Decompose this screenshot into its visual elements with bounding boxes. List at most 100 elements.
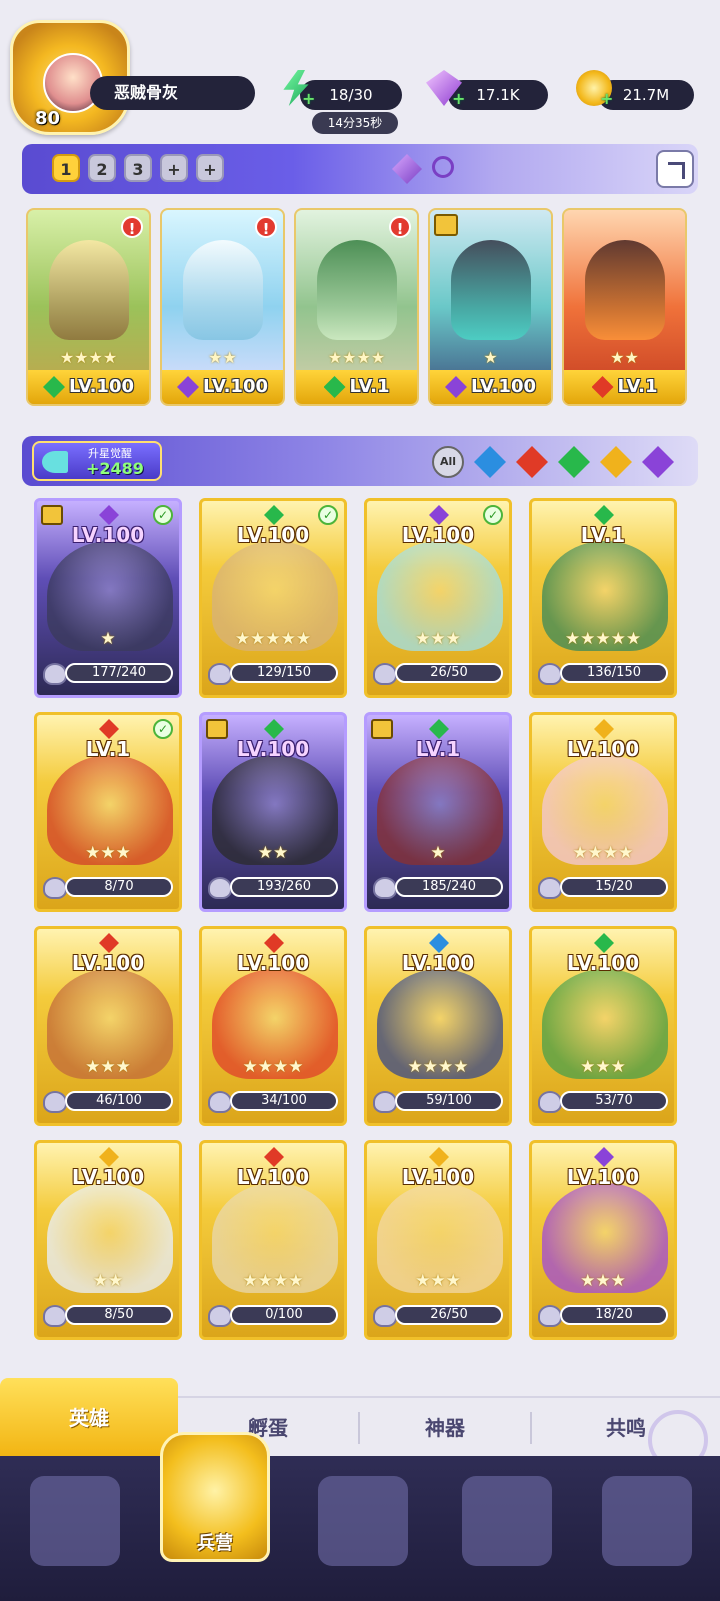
hero-portrait bbox=[182, 240, 263, 340]
element-icon bbox=[594, 1147, 614, 1167]
hero-level: LV.1 bbox=[580, 523, 626, 547]
shard-progress: 26/50 bbox=[395, 663, 503, 683]
element-icon bbox=[594, 933, 614, 953]
alert-badge: ! bbox=[121, 216, 143, 238]
star-rating: ★★★ bbox=[415, 1271, 461, 1291]
nav-active-label: 兵营 bbox=[197, 1533, 233, 1554]
filter-light-icon[interactable] bbox=[600, 446, 632, 478]
add-gold-icon[interactable]: + bbox=[600, 91, 614, 107]
filter-nature-icon[interactable] bbox=[558, 446, 590, 478]
lineup-slot-4[interactable]: ★ LV.100 bbox=[428, 208, 553, 406]
class-badge-icon bbox=[41, 505, 63, 525]
hero-card[interactable]: LV.100 ★★★ 26/50 bbox=[364, 1140, 512, 1340]
shard-icon bbox=[208, 663, 232, 685]
hero-level: LV.100 bbox=[236, 1165, 310, 1189]
element-icon bbox=[264, 719, 284, 739]
share-icon[interactable] bbox=[656, 150, 694, 188]
lineup-slot-2[interactable]: ! ★★ LV.100 bbox=[160, 208, 285, 406]
star-rating: ★★★★ bbox=[242, 1057, 304, 1077]
hero-card[interactable]: LV.100 ★★★ 53/70 bbox=[529, 926, 677, 1126]
hero-card[interactable]: LV.100 ★★★ 18/20 bbox=[529, 1140, 677, 1340]
shard-icon bbox=[538, 663, 562, 685]
lineup-slot-3[interactable]: ! ★★★★ LV.1 bbox=[294, 208, 419, 406]
star-rating: ★★ bbox=[257, 843, 289, 863]
element-icon bbox=[429, 1147, 449, 1167]
shard-icon bbox=[373, 1091, 397, 1113]
hero-card[interactable]: LV.100 ★★★★ 15/20 bbox=[529, 712, 677, 912]
level-bar: LV.1 bbox=[296, 370, 417, 404]
element-icon bbox=[264, 1147, 284, 1167]
hero-card[interactable]: ✓ LV.100 ★★★★★ 129/150 bbox=[199, 498, 347, 698]
filter-water-icon[interactable] bbox=[474, 446, 506, 478]
shard-icon bbox=[373, 1305, 397, 1327]
hero-level: LV.100 bbox=[566, 951, 640, 975]
element-icon bbox=[594, 505, 614, 525]
team-tab-1[interactable]: 1 bbox=[52, 154, 80, 182]
awaken-value: +2489 bbox=[86, 459, 144, 478]
level-bar: LV.100 bbox=[162, 370, 283, 404]
shard-icon bbox=[538, 877, 562, 899]
hero-card[interactable]: LV.100 ★★★★ 0/100 bbox=[199, 1140, 347, 1340]
add-energy-icon[interactable]: + bbox=[302, 91, 316, 107]
book-icon[interactable] bbox=[318, 1476, 408, 1566]
awaken-button[interactable]: 升星觉醒 +2489 bbox=[32, 441, 162, 481]
filter-all-button[interactable]: All bbox=[432, 446, 464, 478]
hero-level: LV.100 bbox=[202, 376, 268, 397]
shard-progress: 46/100 bbox=[65, 1091, 173, 1111]
hero-card[interactable]: LV.1 ★ 185/240 bbox=[364, 712, 512, 912]
element-icon bbox=[429, 933, 449, 953]
element-icon bbox=[99, 933, 119, 953]
barracks-icon[interactable]: 兵营 bbox=[160, 1432, 270, 1562]
add-team-button[interactable]: + bbox=[196, 154, 224, 182]
star-rating: ★★★★★ bbox=[564, 629, 642, 649]
element-icon bbox=[444, 376, 467, 398]
hero-card[interactable]: ✓ LV.100 ★ 177/240 bbox=[34, 498, 182, 698]
tab-heroes[interactable]: 英雄 bbox=[0, 1378, 178, 1458]
team-tab-3[interactable]: 3 bbox=[124, 154, 152, 182]
hero-card[interactable]: LV.100 ★★★★ 34/100 bbox=[199, 926, 347, 1126]
hero-level: LV.100 bbox=[401, 523, 475, 547]
level-bar: LV.1 bbox=[564, 370, 685, 404]
shard-icon bbox=[208, 1091, 232, 1113]
hero-card[interactable]: LV.100 ★★★ 46/100 bbox=[34, 926, 182, 1126]
sub-tab-bar: 英雄 孵蛋 神器 共鸣 bbox=[0, 1378, 720, 1458]
shard-icon bbox=[538, 1091, 562, 1113]
hero-card[interactable]: LV.1 ★★★★★ 136/150 bbox=[529, 498, 677, 698]
hero-card[interactable]: LV.100 ★★★★ 59/100 bbox=[364, 926, 512, 1126]
star-rating: ★★★★ bbox=[242, 1271, 304, 1291]
bottom-nav: 兵营 bbox=[0, 1432, 720, 1601]
add-gem-icon[interactable]: + bbox=[452, 91, 466, 107]
guild-icon[interactable] bbox=[602, 1476, 692, 1566]
shard-progress: 53/70 bbox=[560, 1091, 668, 1111]
add-team-button[interactable]: + bbox=[160, 154, 188, 182]
team-selector-bar: 1 2 3 + + bbox=[22, 144, 698, 194]
hero-level: LV.100 bbox=[236, 523, 310, 547]
star-rating: ★ bbox=[430, 843, 446, 863]
player-name: 恶贼骨灰 bbox=[90, 76, 255, 110]
team-tab-2[interactable]: 2 bbox=[88, 154, 116, 182]
hero-level: LV.1 bbox=[85, 737, 131, 761]
class-badge-icon bbox=[371, 719, 393, 739]
shard-icon bbox=[373, 877, 397, 899]
hero-card[interactable]: LV.100 ★★ 8/50 bbox=[34, 1140, 182, 1340]
hero-card[interactable]: LV.100 ★★ 193/260 bbox=[199, 712, 347, 912]
lineup-slot-1[interactable]: ! ★★★★ LV.100 bbox=[26, 208, 151, 406]
hero-card[interactable]: ✓ LV.100 ★★★ 26/50 bbox=[364, 498, 512, 698]
lineup-slot-5[interactable]: ★★ LV.1 bbox=[562, 208, 687, 406]
compass-icon[interactable] bbox=[392, 154, 422, 184]
search-icon[interactable] bbox=[432, 156, 454, 178]
filter-dark-icon[interactable] bbox=[642, 446, 674, 478]
hero-card[interactable]: ✓ LV.1 ★★★ 8/70 bbox=[34, 712, 182, 912]
shard-progress: 8/50 bbox=[65, 1305, 173, 1325]
element-icon bbox=[99, 505, 119, 525]
hero-portrait bbox=[450, 240, 531, 340]
filter-fire-icon[interactable] bbox=[516, 446, 548, 478]
star-rating: ★★ bbox=[208, 348, 237, 367]
shard-progress: 15/20 bbox=[560, 877, 668, 897]
cards-icon[interactable] bbox=[30, 1476, 120, 1566]
shard-icon bbox=[43, 663, 67, 685]
class-badge-icon bbox=[434, 214, 458, 236]
shop-icon[interactable] bbox=[462, 1476, 552, 1566]
top-bar: 80 恶贼骨灰 18/30 + 14分35秒 17.1K + 21.7M + bbox=[0, 0, 720, 140]
tab-artifacts[interactable]: 神器 bbox=[360, 1398, 530, 1458]
